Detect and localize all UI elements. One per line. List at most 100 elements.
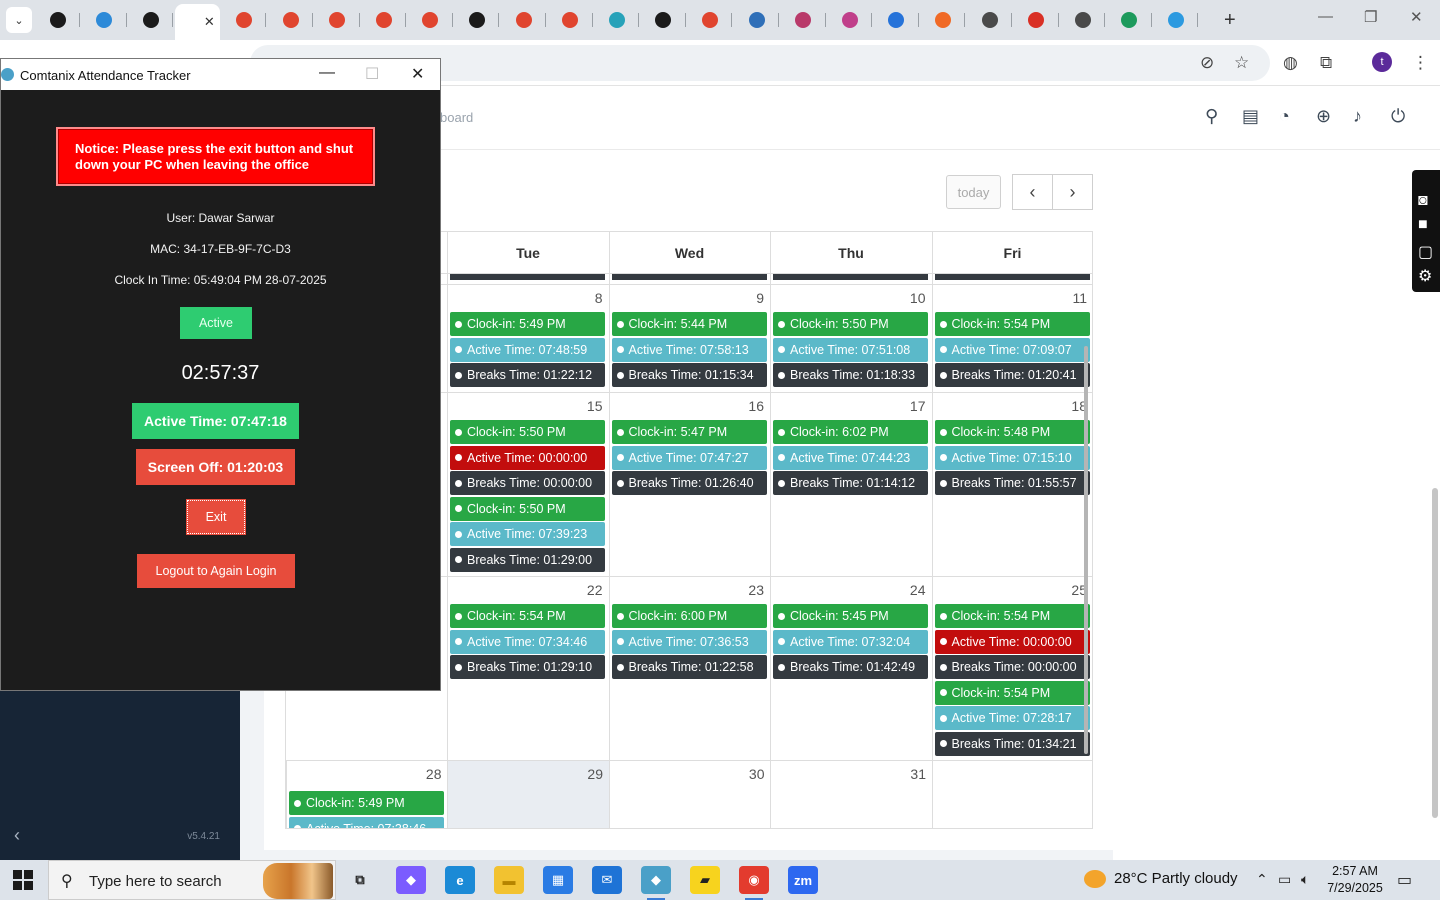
day-number[interactable]: 25 <box>1047 582 1087 598</box>
calendar-event[interactable]: Clock-in: 5:44 PM <box>611 312 767 336</box>
tab-todoist[interactable] <box>315 5 360 35</box>
restore-icon[interactable]: ❐ <box>1364 8 1377 26</box>
day-number[interactable]: 31 <box>886 766 926 782</box>
calendar-event[interactable]: Clock-in: 5:54 PM <box>934 680 1090 705</box>
tab-globe[interactable] <box>1060 5 1106 35</box>
tracking-off-icon[interactable]: ⊘ <box>1200 53 1214 73</box>
taskbar-search[interactable]: ⚲ Type here to search <box>48 860 336 900</box>
tab-search[interactable] <box>1153 5 1199 35</box>
calendar-event[interactable]: Active Time: 07:47:27 <box>611 445 767 470</box>
tab-globe[interactable] <box>967 5 1012 35</box>
tab-openai[interactable] <box>128 5 174 35</box>
calendar-event[interactable]: Breaks Time: 01:42:49 <box>773 655 928 679</box>
day-number[interactable]: 11 <box>1047 290 1087 306</box>
calendar-event[interactable]: Breaks Time: 01:15:34 <box>611 363 767 387</box>
zoom-icon[interactable]: zm <box>788 866 818 894</box>
tab-todoist[interactable] <box>221 5 267 35</box>
calendar-event[interactable]: Active Time: 07:51:08 <box>773 337 928 362</box>
calendar-event[interactable]: Breaks Time: 00:00:00 <box>450 471 605 495</box>
calendar-event[interactable]: Breaks Time: 01:29:10 <box>450 655 605 679</box>
extensions-icon[interactable]: ⧉ <box>1320 53 1332 73</box>
calendar-event[interactable]: Breaks Time: 01:20:41 <box>934 363 1090 387</box>
calendar-event[interactable]: Clock-in: 5:54 PM <box>450 604 605 628</box>
calendar-event[interactable]: Active Time: 07:34:46 <box>450 629 605 654</box>
file-explorer-icon[interactable]: ▬ <box>494 866 524 894</box>
tab-todoist[interactable] <box>687 5 733 35</box>
calendar-event[interactable]: Active Time: 07:44:23 <box>773 445 928 470</box>
edge-icon[interactable]: e <box>445 866 475 894</box>
clock-icon[interactable]: ◔ <box>1279 106 1290 127</box>
profile-avatar[interactable]: t <box>1372 52 1392 72</box>
new-tab-button[interactable]: + <box>1224 9 1236 32</box>
calendar-event[interactable]: Active Time: 07:15:10 <box>934 445 1090 470</box>
weather-widget[interactable]: 28°C Partly cloudy <box>1084 870 1238 889</box>
calendar-scrollbar[interactable] <box>1084 346 1088 754</box>
menu-kebab-icon[interactable]: ⋮ <box>1412 53 1429 73</box>
calendar-event[interactable]: Clock-in: 5:48 PM <box>934 420 1090 444</box>
calendar-event[interactable]: Active Time: 07:36:53 <box>611 629 767 654</box>
calendar-event[interactable]: Active Time: 07:09:07 <box>934 337 1090 362</box>
tracker-minimize-icon[interactable]: — <box>319 64 335 82</box>
calendar-event[interactable]: Clock-in: 5:50 PM <box>450 496 605 521</box>
calendar-event[interactable]: Breaks Time: 01:29:00 <box>450 547 605 572</box>
prev-month-button[interactable]: ‹ <box>1012 174 1053 210</box>
window-icon[interactable]: ▢ <box>1418 242 1433 262</box>
day-number[interactable]: 29 <box>563 766 603 782</box>
tab-openai[interactable] <box>35 5 80 35</box>
next-month-button[interactable]: › <box>1052 174 1093 210</box>
tab-todoist[interactable] <box>361 5 407 35</box>
tray-chevron-icon[interactable]: ⌃ <box>1256 871 1268 888</box>
day-number[interactable]: 22 <box>563 582 603 598</box>
calendar-event[interactable]: Active Time: 07:39:23 <box>450 522 605 546</box>
calendar-event[interactable]: Clock-in: 6:00 PM <box>611 604 767 628</box>
tab-scale[interactable] <box>734 5 779 35</box>
collapse-sidebar-icon[interactable]: ‹ <box>14 825 20 846</box>
calendar-event[interactable]: Active Time: 07:38:46 <box>289 816 444 828</box>
start-button[interactable] <box>13 870 33 890</box>
tab-hex[interactable] <box>594 5 640 35</box>
breadcrumb[interactable]: board <box>440 110 473 125</box>
calendar-event[interactable]: Active Time: 07:28:17 <box>934 706 1090 730</box>
calendar-event[interactable]: Breaks Time: 01:55:57 <box>934 471 1090 495</box>
calendar-event[interactable]: Clock-in: 6:02 PM <box>773 420 928 444</box>
calendar-event[interactable]: Breaks Time: 01:22:12 <box>450 363 605 387</box>
search-icon[interactable]: ⚲ <box>1205 106 1218 127</box>
video-icon[interactable]: ■ <box>1418 216 1428 234</box>
sticky-notes-icon[interactable]: ▰ <box>690 866 720 894</box>
chat-icon[interactable]: ▤ <box>1242 106 1259 127</box>
close-tab-icon[interactable]: ✕ <box>204 14 215 30</box>
calendar-event[interactable]: Clock-in: 5:54 PM <box>934 604 1090 628</box>
tab-todoist[interactable] <box>268 5 313 35</box>
tab-pen[interactable] <box>827 5 873 35</box>
calendar-event[interactable]: Breaks Time: 01:26:40 <box>611 471 767 495</box>
tab-search-dropdown-icon[interactable]: ⌄ <box>6 7 32 33</box>
tab-wifi[interactable] <box>82 5 127 35</box>
day-number[interactable]: 8 <box>563 290 603 306</box>
day-number[interactable]: 17 <box>886 398 926 414</box>
calendar-event[interactable]: Breaks Time: 01:18:33 <box>773 363 928 387</box>
calendar-event[interactable]: Active Time: 07:48:59 <box>450 337 605 362</box>
close-icon[interactable]: ✕ <box>1410 8 1423 26</box>
day-number[interactable]: 16 <box>724 398 764 414</box>
translate-icon[interactable]: ◍ <box>1283 53 1298 73</box>
tracker-close-icon[interactable]: ✕ <box>411 64 424 84</box>
day-number[interactable]: 23 <box>724 582 764 598</box>
bookmark-star-icon[interactable]: ☆ <box>1234 53 1249 73</box>
calendar-event[interactable]: Clock-in: 5:50 PM <box>773 312 928 336</box>
day-number[interactable]: 9 <box>724 290 764 306</box>
day-number[interactable]: 30 <box>725 766 765 782</box>
copilot-icon[interactable]: ◆ <box>396 866 426 894</box>
exit-button[interactable]: Exit <box>186 499 246 535</box>
page-scrollbar[interactable] <box>1432 488 1438 818</box>
power-icon[interactable]: ⏻ <box>1391 106 1405 127</box>
camera-icon[interactable]: ◙ <box>1418 192 1428 210</box>
day-number[interactable]: 18 <box>1047 398 1087 414</box>
calendar-event[interactable]: Clock-in: 5:45 PM <box>773 604 928 628</box>
settings-icon[interactable]: ⚙ <box>1418 266 1432 286</box>
calendar-event[interactable]: Active Time: 00:00:00 <box>934 629 1090 654</box>
tab-active[interactable]: ✕ <box>174 4 220 40</box>
calendar-event[interactable]: Clock-in: 5:49 PM <box>289 791 444 815</box>
calendar-event[interactable]: Active Time: 00:00:00 <box>450 445 605 470</box>
mail-icon[interactable]: ✉ <box>592 866 622 894</box>
tab-todoist[interactable] <box>501 5 546 35</box>
